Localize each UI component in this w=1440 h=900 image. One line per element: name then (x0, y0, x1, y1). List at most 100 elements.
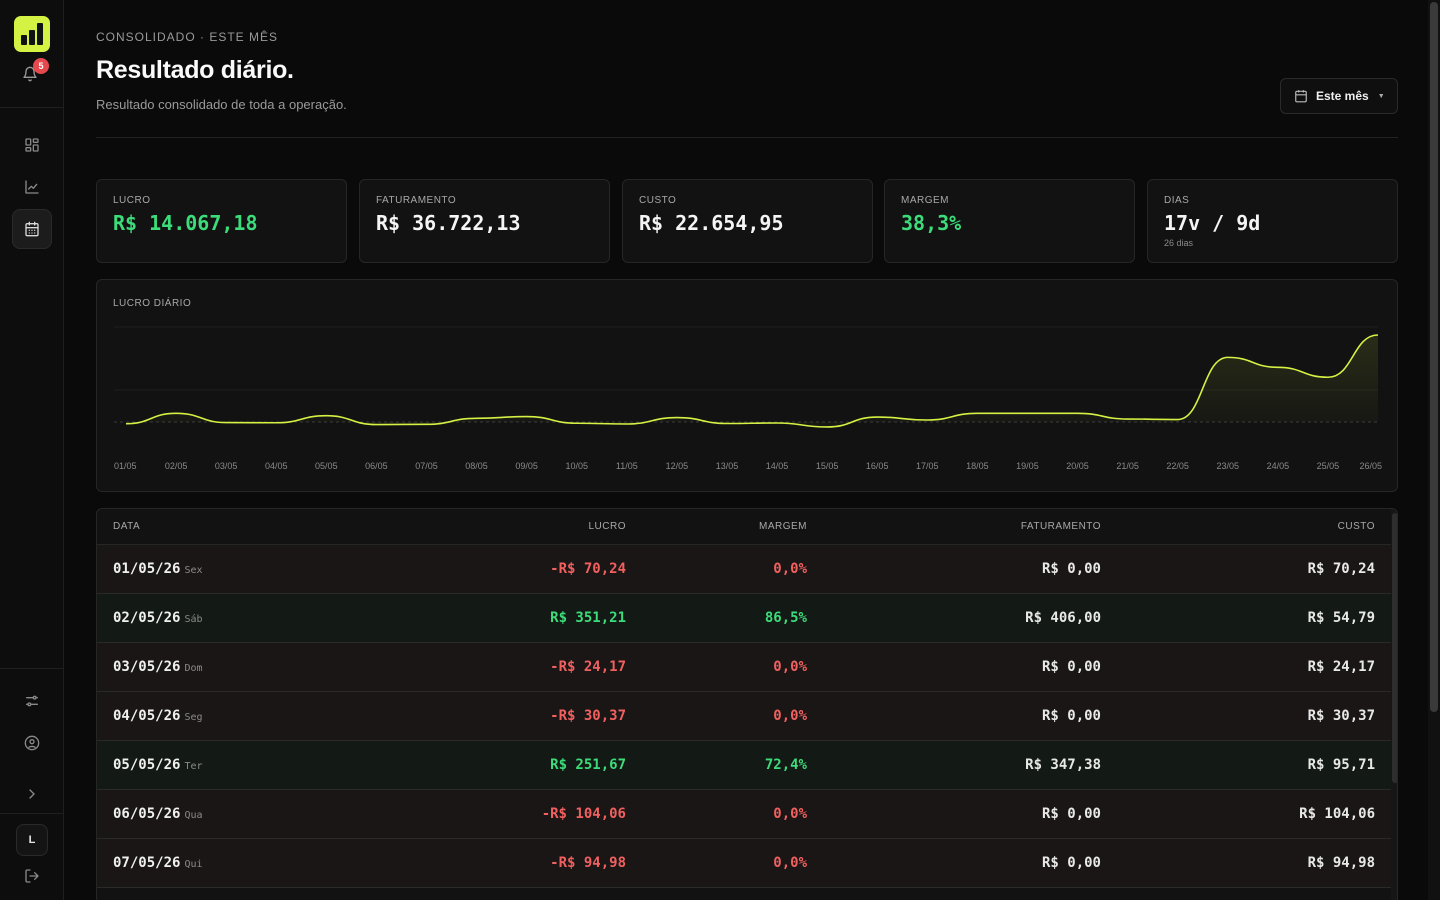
cell-date: 04/05/26 Seg (113, 708, 203, 724)
user-circle-icon[interactable] (12, 723, 52, 763)
kpi-card-faturamento: FATURAMENTO R$ 36.722,13 (359, 179, 610, 263)
x-tick-label: 22/05 (1166, 461, 1189, 471)
period-select-button[interactable]: Este mês ▼ (1280, 78, 1398, 114)
cell-date: 03/05/26 Dom (113, 659, 203, 675)
table-row[interactable]: 06/05/26 Qua -R$ 104,06 0,0% R$ 0,00 R$ 104,0… (97, 790, 1391, 839)
x-tick-label: 06/05 (365, 461, 388, 471)
table-row[interactable]: 03/05/26 Dom -R$ 24,17 0,0% R$ 0,00 R$ 24,17 (97, 643, 1391, 692)
page-scrollbar[interactable] (1428, 0, 1440, 900)
cell-faturamento: R$ 0,00 (1041, 659, 1101, 675)
table-row[interactable]: 07/05/26 Qui -R$ 94,98 0,0% R$ 0,00 R$ 94,98 (97, 839, 1391, 888)
x-tick-label: 01/05 (114, 461, 137, 471)
table-row[interactable]: 05/05/26 Ter R$ 251,67 72,4% R$ 347,38 R$ 95,… (97, 741, 1391, 790)
x-tick-label: 17/05 (916, 461, 939, 471)
x-tick-label: 15/05 (816, 461, 839, 471)
cell-custo: R$ 30,37 (1307, 708, 1375, 724)
scroll-thumb[interactable] (1392, 513, 1397, 783)
cell-lucro: -R$ 70,24 (550, 561, 626, 577)
cell-lucro: -R$ 24,17 (550, 659, 626, 675)
profit-line (125, 334, 1379, 428)
x-tick-label: 13/05 (716, 461, 739, 471)
kpi-card-margem: MARGEM 38,3% (884, 179, 1135, 263)
divider (0, 813, 64, 814)
scroll-thumb[interactable] (1430, 2, 1438, 712)
cell-margem: 0,0% (773, 659, 807, 675)
x-tick-label: 20/05 (1066, 461, 1089, 471)
cell-faturamento: R$ 0,00 (1041, 561, 1101, 577)
cell-margem: 86,5% (764, 610, 807, 626)
col-header-custo[interactable]: CUSTO (1338, 521, 1375, 532)
cell-date: 06/05/26 Qua (113, 806, 203, 822)
page-eyebrow: CONSOLIDADO · ESTE MÊS (96, 30, 279, 44)
cell-date: 02/05/26 Sáb (113, 610, 203, 626)
cell-lucro: -R$ 94,98 (550, 855, 626, 871)
kpi-card-lucro: LUCRO R$ 14.067,18 (96, 179, 347, 263)
logout-icon[interactable] (12, 856, 52, 896)
calendar-icon (1295, 90, 1307, 103)
period-label: Este mês (1316, 89, 1369, 103)
dashboard-icon[interactable] (12, 125, 52, 165)
cell-custo: R$ 104,06 (1299, 806, 1375, 822)
x-tick-label: 18/05 (966, 461, 989, 471)
kpi-value: R$ 22.654,95 (639, 211, 784, 235)
x-tick-label: 23/05 (1216, 461, 1239, 471)
line-chart-icon[interactable] (12, 167, 52, 207)
x-tick-label: 10/05 (565, 461, 588, 471)
x-tick-label: 11/05 (616, 461, 638, 471)
avatar[interactable]: L (16, 824, 48, 856)
table-row[interactable]: 04/05/26 Seg -R$ 30,37 0,0% R$ 0,00 R$ 30,37 (97, 692, 1391, 741)
x-tick-label: 25/05 (1317, 461, 1340, 471)
col-header-lucro[interactable]: LUCRO (588, 521, 626, 532)
kpi-label: FATURAMENTO (376, 195, 457, 206)
sidebar: 5 L (0, 0, 64, 900)
page-subtitle: Resultado consolidado de toda a operação… (96, 97, 347, 112)
x-tick-label: 09/05 (515, 461, 538, 471)
x-tick-label: 19/05 (1016, 461, 1039, 471)
table-header: DATA LUCRO MARGEM FATURAMENTO CUSTO (97, 509, 1391, 545)
kpi-value: R$ 36.722,13 (376, 211, 521, 235)
cell-margem: 72,4% (764, 757, 807, 773)
logo-bar-chart-icon[interactable] (14, 16, 50, 52)
cell-faturamento: R$ 406,00 (1025, 610, 1101, 626)
chevron-right-icon[interactable] (12, 774, 52, 814)
divider (0, 668, 64, 669)
table-row[interactable]: 01/05/26 Sex -R$ 70,24 0,0% R$ 0,00 R$ 70,24 (97, 545, 1391, 594)
table-scrollbar[interactable] (1391, 509, 1397, 900)
col-header-faturamento[interactable]: FATURAMENTO (1021, 521, 1101, 532)
table-row[interactable]: 02/05/26 Sáb R$ 351,21 86,5% R$ 406,00 R$ 54,… (97, 594, 1391, 643)
cell-date: 01/05/26 Sex (113, 561, 203, 577)
cell-lucro: -R$ 30,37 (550, 708, 626, 724)
x-tick-label: 03/05 (215, 461, 238, 471)
cell-faturamento: R$ 347,38 (1025, 757, 1101, 773)
calendar-icon[interactable] (12, 209, 52, 249)
x-tick-label: 07/05 (415, 461, 438, 471)
kpi-value: R$ 14.067,18 (113, 211, 258, 235)
kpi-card-dias: DIAS 17v / 9d 26 dias (1147, 179, 1398, 263)
x-tick-label: 14/05 (766, 461, 789, 471)
kpi-card-custo: CUSTO R$ 22.654,95 (622, 179, 873, 263)
x-tick-label: 04/05 (265, 461, 288, 471)
cell-date: 07/05/26 Qui (113, 855, 203, 871)
cell-custo: R$ 95,71 (1307, 757, 1375, 773)
notification-badge: 5 (33, 58, 49, 74)
cell-faturamento: R$ 0,00 (1041, 855, 1101, 871)
daily-results-table: DATA LUCRO MARGEM FATURAMENTO CUSTO 01/0… (96, 508, 1398, 900)
x-tick-label: 02/05 (165, 461, 188, 471)
divider (0, 107, 64, 108)
caret-down-icon: ▼ (1377, 92, 1385, 100)
cell-custo: R$ 70,24 (1307, 561, 1375, 577)
col-header-data[interactable]: DATA (113, 521, 140, 532)
cell-weekday: Sex (184, 565, 203, 576)
x-tick-label: 26/05 (1359, 461, 1382, 471)
cell-custo: R$ 54,79 (1307, 610, 1375, 626)
cell-custo: R$ 94,98 (1307, 855, 1375, 871)
cell-lucro: R$ 251,67 (550, 757, 626, 773)
col-header-margem[interactable]: MARGEM (759, 521, 807, 532)
kpi-label: DIAS (1164, 195, 1190, 206)
kpi-label: MARGEM (901, 195, 949, 206)
x-tick-label: 16/05 (866, 461, 889, 471)
cell-weekday: Qua (184, 810, 203, 821)
sliders-icon[interactable] (12, 681, 52, 721)
cell-custo: R$ 24,17 (1307, 659, 1375, 675)
cell-date: 05/05/26 Ter (113, 757, 203, 773)
